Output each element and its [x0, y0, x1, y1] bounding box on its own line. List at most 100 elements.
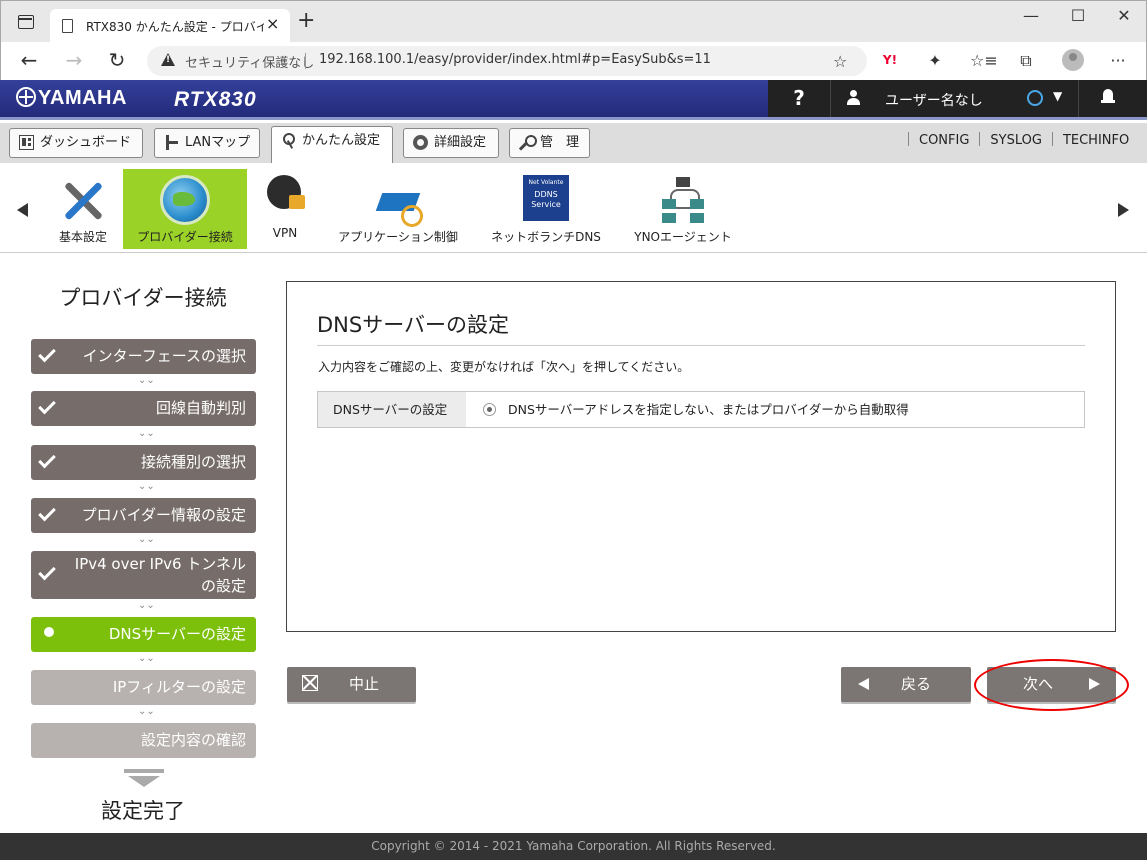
lan-map-icon [164, 135, 179, 150]
techinfo-link[interactable]: TECHINFO [1063, 133, 1129, 148]
profile-avatar[interactable] [1062, 49, 1084, 71]
config-link[interactable]: CONFIG [919, 133, 969, 148]
subnav-label: VPN [272, 226, 298, 240]
subnav-label: プロバイダー接続 [137, 230, 233, 244]
notifications-button[interactable] [1078, 80, 1147, 117]
help-button[interactable]: ? [768, 80, 830, 117]
close-window-button[interactable]: ✕ [1109, 6, 1139, 28]
subnav-vpn[interactable]: VPN [256, 169, 314, 249]
close-tab-icon[interactable]: × [266, 14, 279, 33]
globe-icon [160, 175, 210, 225]
triangle-left-icon [858, 678, 869, 690]
step-label: IPフィルターの設定 [112, 678, 246, 696]
router-header: YAMAHA RTX830 ? ユーザー名なし ▼ [0, 80, 1147, 120]
url-divider [305, 53, 306, 69]
maximize-button[interactable]: ☐ [1063, 6, 1093, 28]
row-label: DNSサーバーの設定 [318, 392, 466, 427]
status-icon [1027, 90, 1043, 106]
top-links: CONFIG SYSLOG TECHINFO [898, 132, 1129, 148]
tab-easy-setup[interactable]: かんたん設定 [271, 126, 393, 163]
step-label: プロバイダー情報の設定 [81, 506, 246, 524]
yamaha-tuning-fork-icon [16, 87, 36, 107]
wrench-icon [519, 135, 537, 150]
button-label: 次へ [1023, 675, 1054, 693]
cancel-button[interactable]: 中止 [287, 667, 416, 702]
back-icon[interactable]: ← [17, 48, 41, 72]
tab-detail-settings[interactable]: 詳細設定 [403, 128, 499, 158]
tab-lan-map[interactable]: LANマップ [154, 128, 260, 158]
browser-tab-bar: RTX830 かんたん設定 - プロバイダー接 × + — ☐ ✕ [0, 0, 1147, 43]
tools-icon [58, 175, 108, 225]
link-divider [979, 132, 981, 146]
browser-tab[interactable]: RTX830 かんたん設定 - プロバイダー接 × [50, 9, 290, 43]
subnav-label: アプリケーション制御 [338, 230, 458, 244]
address-bar: ← → ↻ セキュリティ保護なし 192.168.100.1/easy/prov… [0, 42, 1147, 80]
chevrons-down-icon: ⌄⌄ [138, 428, 155, 439]
chevrons-down-icon: ⌄⌄ [138, 534, 155, 545]
step-complete: 設定完了 [101, 799, 185, 823]
button-label: 戻る [901, 675, 932, 693]
yahoo-icon[interactable]: Y! [879, 53, 901, 67]
ddns-icon-text: DDNS [534, 190, 558, 199]
triangle-right-icon [1089, 678, 1100, 690]
current-step-icon [44, 627, 54, 637]
dns-setting-row: DNSサーバーの設定 DNSサーバーアドレスを指定しない、またはプロバイダーから… [317, 391, 1085, 428]
row-value: DNSサーバーアドレスを指定しない、またはプロバイダーから自動取得 [508, 402, 909, 417]
step-label: 設定内容の確認 [140, 731, 246, 749]
scroll-left-icon[interactable] [17, 203, 28, 217]
step-label: IPv4 over IPv6 トンネル [74, 555, 246, 573]
subnav-netvolante-dns[interactable]: Net Volante DDNS Service ネットボランチDNS [484, 169, 608, 249]
step-label: DNSサーバーの設定 [108, 625, 246, 643]
back-button[interactable]: 戻る [841, 667, 971, 702]
url-text[interactable]: 192.168.100.1/easy/provider/index.html#p… [319, 52, 711, 67]
subnav-basic-settings[interactable]: 基本設定 [48, 169, 118, 249]
user-menu[interactable]: ユーザー名なし ▼ [830, 80, 1078, 117]
user-icon [847, 90, 860, 106]
tab-management[interactable]: 管 理 [509, 128, 590, 158]
minimize-button[interactable]: — [1016, 6, 1046, 28]
reload-icon[interactable]: ↻ [105, 48, 129, 72]
favorites-icon[interactable]: ☆≡ [970, 51, 998, 70]
step-interface-selection: インターフェースの選択 [31, 339, 256, 374]
menu-icon[interactable]: ··· [1107, 51, 1129, 70]
subnav-yno-agent[interactable]: YNOエージェント [626, 169, 740, 249]
title-divider [317, 345, 1085, 346]
add-favorite-icon[interactable]: ☆ [833, 52, 847, 71]
check-icon [38, 503, 56, 522]
step-label: の設定 [200, 577, 246, 595]
sub-nav: 基本設定 プロバイダー接続 VPN アプリケーション制御 Net Volante… [0, 163, 1147, 253]
dns-auto-radio[interactable] [483, 403, 496, 416]
tab-label: LANマップ [185, 135, 251, 150]
chevrons-down-icon: ⌄⌄ [138, 706, 155, 717]
extensions-icon[interactable]: ✦ [924, 51, 946, 70]
chevrons-down-icon: ⌄⌄ [138, 653, 155, 664]
chevrons-down-icon: ⌄⌄ [138, 481, 155, 492]
link-divider [908, 132, 909, 146]
dashboard-icon [19, 135, 34, 150]
syslog-link[interactable]: SYSLOG [990, 133, 1042, 148]
step-provider-info: プロバイダー情報の設定 [31, 498, 256, 533]
check-icon [38, 344, 56, 363]
next-button[interactable]: 次へ [987, 667, 1116, 702]
tab-dashboard[interactable]: ダッシュボード [9, 128, 143, 158]
step-label: 接続種別の選択 [140, 453, 246, 471]
model-name: RTX830 [174, 88, 257, 111]
chevron-down-icon[interactable]: ▼ [1053, 89, 1062, 103]
yno-icon [658, 175, 708, 225]
tab-actions-icon[interactable] [18, 15, 34, 29]
subnav-label: 基本設定 [58, 230, 107, 244]
step-line-detection: 回線自動判別 [31, 391, 256, 426]
warning-icon[interactable] [161, 53, 175, 66]
collections-icon[interactable]: ⧉ [1015, 51, 1037, 71]
tab-label: 詳細設定 [434, 135, 487, 150]
url-field[interactable]: セキュリティ保護なし 192.168.100.1/easy/provider/i… [147, 46, 867, 76]
wizard-icon [281, 133, 296, 148]
subnav-application-control[interactable]: アプリケーション制御 [330, 169, 466, 249]
subnav-label: YNOエージェント [634, 230, 732, 244]
security-label[interactable]: セキュリティ保護なし [185, 52, 314, 71]
subnav-provider-connection[interactable]: プロバイダー接続 [123, 169, 247, 249]
new-tab-button[interactable]: + [297, 10, 315, 32]
scroll-right-icon[interactable] [1118, 203, 1129, 217]
user-name: ユーザー名なし [885, 93, 983, 109]
step-ip-filter: IPフィルターの設定 [31, 670, 256, 705]
